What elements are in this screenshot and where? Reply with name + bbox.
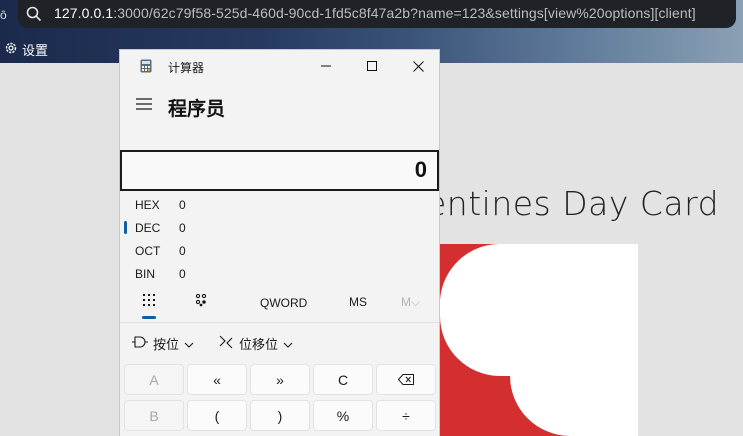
radix-bin[interactable]: BIN 0: [120, 262, 320, 285]
heart-graphic: [430, 244, 638, 436]
radix-label: OCT: [135, 244, 161, 258]
bookmark-glyph: ô: [0, 8, 7, 22]
radix-value: 0: [179, 244, 186, 258]
radix-label: BIN: [135, 267, 156, 281]
gear-icon: [4, 41, 18, 58]
close-button[interactable]: [395, 50, 439, 82]
calculator-window: 计算器 程序员 0 HEX 0 DEC 0 OCT 0 BIN 0 QWORD …: [119, 49, 440, 436]
keypad-tabs: QWORD MS M⌵: [120, 288, 439, 319]
memory-store-button[interactable]: MS: [349, 295, 367, 309]
key-backspace[interactable]: [376, 364, 436, 395]
chevron-down-icon: [283, 336, 293, 351]
radix-value: 0: [179, 267, 186, 281]
radix-label: HEX: [135, 198, 160, 212]
page-title: entines Day Card: [426, 184, 720, 223]
backspace-icon: [398, 374, 414, 385]
radix-dec[interactable]: DEC 0: [120, 216, 320, 239]
bit-shift-icon: [218, 335, 234, 352]
logic-gate-icon: [132, 336, 148, 351]
address-bar[interactable]: 127.0.0.1:3000/62c79f58-525d-460d-90cd-1…: [18, 0, 736, 28]
key-rotate-right[interactable]: »: [250, 364, 310, 395]
operator-menus: 按位 位移位: [120, 330, 439, 358]
key-open-paren[interactable]: (: [187, 400, 247, 431]
calculator-app-icon: [140, 59, 152, 78]
bitwise-dropdown[interactable]: 按位: [132, 334, 194, 353]
title-bar[interactable]: 计算器: [120, 50, 439, 82]
settings-label: 设置: [22, 43, 49, 58]
bitwise-label: 按位: [153, 337, 180, 352]
result-display: 0: [120, 150, 439, 191]
active-tab-underline: [142, 316, 156, 319]
search-icon: [26, 6, 42, 27]
maximize-icon: [367, 61, 377, 71]
radix-value: 0: [179, 198, 186, 212]
full-keypad-icon[interactable]: [142, 293, 156, 312]
radix-label: DEC: [135, 221, 161, 235]
divider: [120, 322, 439, 323]
memory-dropdown-label: M: [401, 295, 411, 309]
key-modulo[interactable]: %: [313, 400, 373, 431]
key-a[interactable]: A: [124, 364, 184, 395]
close-icon: [412, 60, 424, 72]
url-host: 127.0.0.1: [54, 5, 114, 21]
word-size-button[interactable]: QWORD: [260, 296, 307, 310]
bit-toggle-keypad-icon[interactable]: [195, 293, 209, 312]
selected-indicator: [124, 221, 127, 234]
minimize-icon: [321, 65, 331, 67]
radix-value: 0: [179, 221, 186, 235]
key-clear[interactable]: C: [313, 364, 373, 395]
display-value: 0: [414, 157, 427, 182]
key-close-paren[interactable]: ): [250, 400, 310, 431]
settings-link[interactable]: 设置: [4, 40, 48, 59]
chevron-down-icon: [184, 336, 194, 351]
memory-dropdown-button: M⌵: [401, 295, 420, 310]
chevron-down-icon: ⌵: [411, 295, 421, 309]
maximize-button[interactable]: [349, 50, 395, 82]
radix-hex[interactable]: HEX 0: [120, 193, 320, 216]
key-rotate-left[interactable]: «: [187, 364, 247, 395]
key-b[interactable]: B: [124, 400, 184, 431]
mode-title: 程序员: [168, 99, 226, 120]
bitshift-dropdown[interactable]: 位移位: [218, 334, 293, 353]
minimize-button[interactable]: [303, 50, 349, 82]
bitshift-label: 位移位: [239, 337, 279, 352]
window-title: 计算器: [168, 61, 205, 75]
hamburger-menu-icon[interactable]: [136, 97, 152, 115]
key-divide[interactable]: ÷: [376, 400, 436, 431]
url-text[interactable]: 127.0.0.1:3000/62c79f58-525d-460d-90cd-1…: [54, 5, 696, 21]
url-path: :3000/62c79f58-525d-460d-90cd-1fd5c8f47a…: [113, 5, 696, 21]
radix-oct[interactable]: OCT 0: [120, 239, 320, 262]
